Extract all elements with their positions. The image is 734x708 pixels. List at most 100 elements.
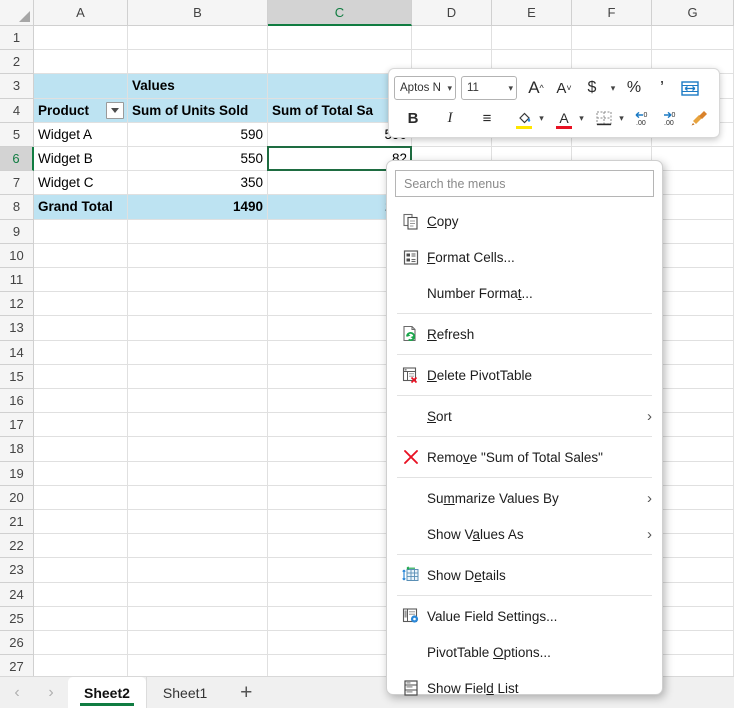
column-header-e[interactable]: E xyxy=(492,0,572,26)
cell-B5[interactable]: 590 xyxy=(128,122,268,147)
cell-G21[interactable] xyxy=(652,510,734,535)
cell-B4[interactable]: Sum of Units Sold xyxy=(128,98,268,123)
menu-item-copy[interactable]: Copy xyxy=(387,203,662,239)
cell-A10[interactable] xyxy=(34,243,128,268)
menu-item-delete-pivottable[interactable]: Delete PivotTable xyxy=(387,357,662,393)
cell-G15[interactable] xyxy=(652,364,734,389)
cell-G23[interactable] xyxy=(652,558,734,583)
menu-item-summarize-values-by[interactable]: Summarize Values By › xyxy=(387,480,662,516)
row-header-17[interactable]: 17 xyxy=(0,413,34,438)
row-header-15[interactable]: 15 xyxy=(0,364,34,389)
cell-G7[interactable] xyxy=(652,171,734,196)
cell-A12[interactable] xyxy=(34,292,128,317)
cell-G22[interactable] xyxy=(652,534,734,559)
cell-G1[interactable] xyxy=(652,26,734,51)
cell-B9[interactable] xyxy=(128,219,268,244)
add-sheet-button[interactable]: + xyxy=(223,677,269,708)
comma-style-button[interactable]: ’ xyxy=(649,75,675,102)
cell-B7[interactable]: 350 xyxy=(128,171,268,196)
font-size-combobox[interactable]: 11 ▾ xyxy=(461,76,517,100)
borders-chevron-down-icon[interactable]: ▾ xyxy=(618,105,625,132)
row-header-9[interactable]: 9 xyxy=(0,219,34,244)
percent-style-button[interactable]: % xyxy=(621,75,647,102)
cell-B10[interactable] xyxy=(128,243,268,268)
row-header-20[interactable]: 20 xyxy=(0,485,34,510)
font-color-button[interactable]: A xyxy=(551,105,577,132)
row-header-21[interactable]: 21 xyxy=(0,510,34,535)
prev-sheet-button[interactable]: ‹ xyxy=(0,677,34,708)
format-painter-button[interactable] xyxy=(687,105,713,132)
merge-and-center-button[interactable] xyxy=(677,75,703,102)
cell-G17[interactable] xyxy=(652,413,734,438)
cell-A2[interactable] xyxy=(34,50,128,75)
cell-B12[interactable] xyxy=(128,292,268,317)
accounting-format-chevron-down-icon[interactable]: ▾ xyxy=(606,75,620,102)
cell-G10[interactable] xyxy=(652,243,734,268)
column-header-g[interactable]: G xyxy=(652,0,734,26)
decrease-decimal-button[interactable]: 0.00 xyxy=(631,105,657,132)
column-header-c[interactable]: C xyxy=(268,0,412,26)
row-header-12[interactable]: 12 xyxy=(0,292,34,317)
cell-A8[interactable]: Grand Total xyxy=(34,195,128,220)
cell-A14[interactable] xyxy=(34,340,128,365)
cell-A9[interactable] xyxy=(34,219,128,244)
column-header-b[interactable]: B xyxy=(128,0,268,26)
decrease-font-size-button[interactable]: A ˅ xyxy=(551,75,577,102)
cell-A6[interactable]: Widget B xyxy=(34,147,128,172)
cell-G14[interactable] xyxy=(652,340,734,365)
fill-color-chevron-down-icon[interactable]: ▾ xyxy=(538,105,545,132)
row-header-11[interactable]: 11 xyxy=(0,268,34,293)
row-header-4[interactable]: 4 xyxy=(0,98,34,123)
font-name-combobox[interactable]: Aptos Na ▾ xyxy=(394,76,456,100)
search-menus-input[interactable]: Search the menus xyxy=(395,170,654,197)
cell-G19[interactable] xyxy=(652,461,734,486)
cell-G26[interactable] xyxy=(652,631,734,656)
cell-B13[interactable] xyxy=(128,316,268,341)
cell-A5[interactable]: Widget A xyxy=(34,122,128,147)
cell-B21[interactable] xyxy=(128,510,268,535)
cell-G16[interactable] xyxy=(652,389,734,414)
cell-A21[interactable] xyxy=(34,510,128,535)
italic-button[interactable]: I xyxy=(437,105,463,132)
sheet-tab-sheet1[interactable]: Sheet1 xyxy=(145,676,223,708)
row-header-26[interactable]: 26 xyxy=(0,631,34,656)
row-header-6[interactable]: 6 xyxy=(0,147,34,172)
font-color-chevron-down-icon[interactable]: ▾ xyxy=(578,105,585,132)
cell-B24[interactable] xyxy=(128,582,268,607)
cell-A23[interactable] xyxy=(34,558,128,583)
increase-decimal-button[interactable]: 0.00 xyxy=(659,105,685,132)
menu-item-value-field-settings[interactable]: Value Field Settings... xyxy=(387,598,662,634)
column-header-f[interactable]: F xyxy=(572,0,652,26)
row-header-23[interactable]: 23 xyxy=(0,558,34,583)
cell-G18[interactable] xyxy=(652,437,734,462)
cell-B11[interactable] xyxy=(128,268,268,293)
cell-A17[interactable] xyxy=(34,413,128,438)
cell-B26[interactable] xyxy=(128,631,268,656)
cell-A25[interactable] xyxy=(34,606,128,631)
cell-G20[interactable] xyxy=(652,485,734,510)
cell-B14[interactable] xyxy=(128,340,268,365)
cell-A16[interactable] xyxy=(34,389,128,414)
cell-B27[interactable] xyxy=(128,655,268,676)
menu-item-show-field-list[interactable]: Show Field List xyxy=(387,670,662,706)
menu-item-number-format[interactable]: Number Format... xyxy=(387,275,662,311)
menu-item-show-details[interactable]: Show Details xyxy=(387,557,662,593)
cell-A27[interactable] xyxy=(34,655,128,676)
cell-G12[interactable] xyxy=(652,292,734,317)
cell-A19[interactable] xyxy=(34,461,128,486)
cell-B25[interactable] xyxy=(128,606,268,631)
increase-font-size-button[interactable]: A ^ xyxy=(523,75,549,102)
cell-B8[interactable]: 1490 xyxy=(128,195,268,220)
cell-B15[interactable] xyxy=(128,364,268,389)
cell-G11[interactable] xyxy=(652,268,734,293)
row-header-5[interactable]: 5 xyxy=(0,122,34,147)
cell-B19[interactable] xyxy=(128,461,268,486)
borders-button[interactable] xyxy=(591,105,617,132)
row-header-19[interactable]: 19 xyxy=(0,461,34,486)
row-header-16[interactable]: 16 xyxy=(0,389,34,414)
cell-A20[interactable] xyxy=(34,485,128,510)
column-header-d[interactable]: D xyxy=(412,0,492,26)
cell-A22[interactable] xyxy=(34,534,128,559)
cell-A18[interactable] xyxy=(34,437,128,462)
cell-B2[interactable] xyxy=(128,50,268,75)
